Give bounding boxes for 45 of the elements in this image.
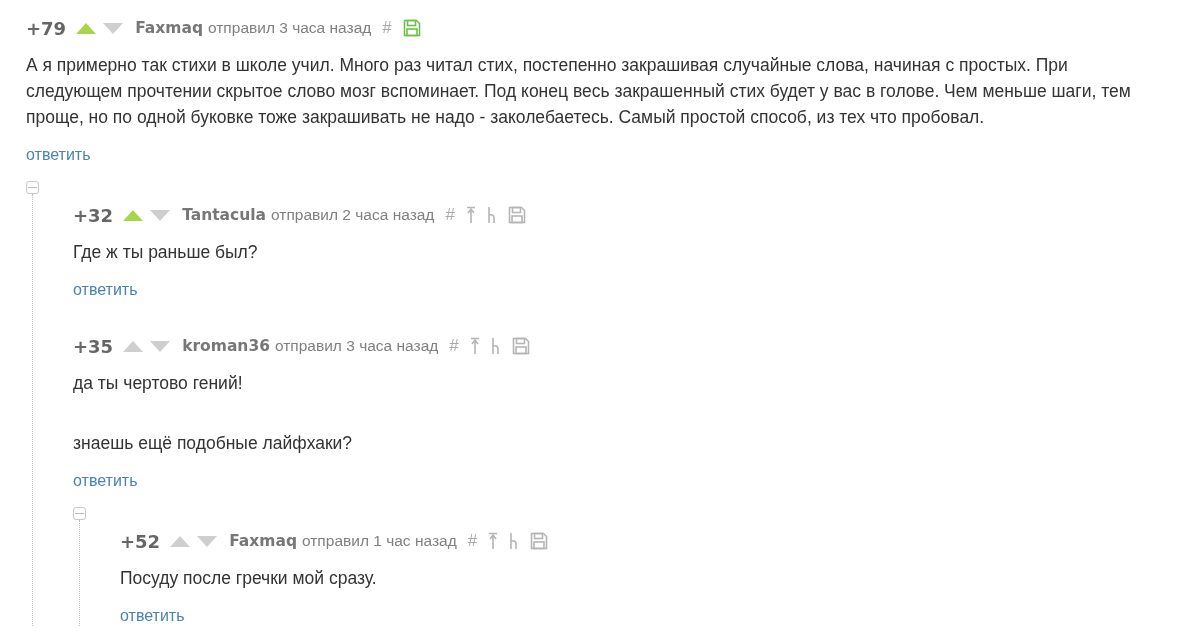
downvote-icon[interactable] [102, 22, 125, 34]
comment-time: отправил 2 часа назад [271, 206, 435, 224]
upvote-icon[interactable] [75, 22, 98, 34]
comment-score: +32 [73, 204, 114, 226]
collapse-toggle[interactable] [26, 181, 39, 194]
save-icon[interactable] [530, 532, 549, 550]
reply-link[interactable]: ответить [26, 145, 91, 165]
permalink-link[interactable]: # [467, 531, 478, 551]
branch-icon[interactable] [490, 337, 501, 355]
downvote-icon[interactable] [196, 535, 219, 547]
permalink-link[interactable]: # [445, 205, 455, 225]
comment-time: отправил 1 час назад [302, 532, 457, 550]
comment-text: Где ж ты раньше был? [73, 241, 259, 264]
permalink-link[interactable]: # [382, 18, 392, 38]
comment-text: Посуду после гречки мой сразу. [120, 567, 378, 590]
comment-time: отправил 3 часа назад [274, 337, 439, 355]
save-icon[interactable] [511, 337, 530, 355]
upvote-icon[interactable] [169, 535, 192, 547]
comment-text: да ты чертово гений! [73, 372, 244, 395]
save-icon[interactable] [402, 19, 421, 37]
comment-author[interactable]: kroman36 [182, 337, 270, 355]
downvote-icon[interactable] [149, 209, 172, 221]
upvote-icon[interactable] [122, 340, 145, 352]
comment-author[interactable]: Faxmaq [229, 532, 297, 550]
comment-text: знаешь ещё подобные лайфхаки? [73, 432, 354, 455]
comment-author[interactable]: Faxmaq [135, 19, 203, 37]
reply-link[interactable]: ответить [73, 280, 138, 300]
comment-score: +79 [26, 17, 67, 39]
parent-arrow-icon[interactable] [465, 206, 476, 224]
branch-icon[interactable] [509, 532, 520, 550]
save-icon[interactable] [507, 206, 526, 224]
parent-arrow-icon[interactable] [469, 337, 480, 355]
upvote-icon[interactable] [122, 209, 145, 221]
parent-arrow-icon[interactable] [488, 532, 499, 550]
reply-link[interactable]: ответить [120, 606, 185, 626]
permalink-link[interactable]: # [449, 336, 459, 356]
collapse-toggle[interactable] [73, 507, 86, 520]
comment-time: отправил 3 часа назад [208, 19, 372, 37]
reply-link[interactable]: ответить [73, 471, 138, 491]
comment-author[interactable]: Tantacula [182, 206, 267, 224]
branch-icon[interactable] [486, 206, 497, 224]
comment-score: +35 [73, 335, 114, 357]
downvote-icon[interactable] [149, 340, 172, 352]
comment-score: +52 [120, 530, 161, 552]
comment-text: А я примерно так стихи в школе учил. Много раз читал стих, постепенно закрашивая случайные слова, начиная с простых. При следующем прочтении скрытое слово мозг вспоминает. Под конец весь закрашенный стих будет у вас в голове. Чем меньше шаги, тем проще, но по одной буковке тоже закрашивать не надо - заколебаетесь. Самый простой способ, из тех что пробовал. [26, 54, 1132, 129]
